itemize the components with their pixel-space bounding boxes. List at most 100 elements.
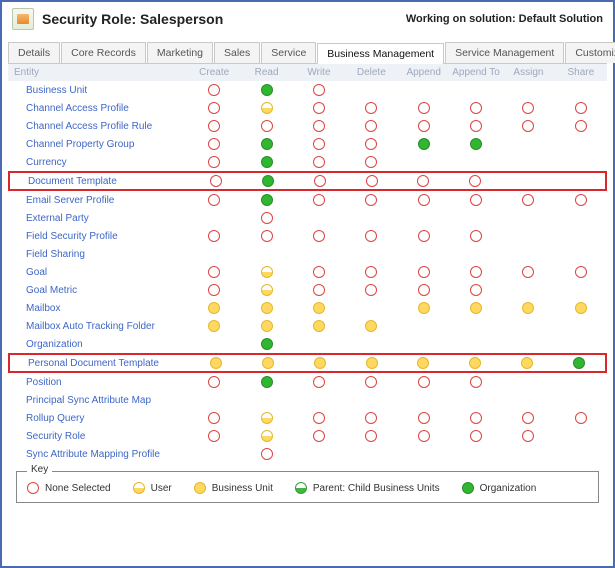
privilege-icon[interactable]: [418, 266, 430, 278]
entity-link[interactable]: Mailbox Auto Tracking Folder: [8, 321, 188, 332]
tab-service[interactable]: Service: [261, 42, 316, 63]
privilege-icon[interactable]: [365, 156, 377, 168]
privilege-icon[interactable]: [313, 156, 325, 168]
tab-sales[interactable]: Sales: [214, 42, 260, 63]
privilege-icon[interactable]: [469, 175, 481, 187]
privilege-icon[interactable]: [522, 194, 534, 206]
privilege-icon[interactable]: [575, 194, 587, 206]
privilege-icon[interactable]: [261, 376, 273, 388]
privilege-icon[interactable]: [313, 284, 325, 296]
privilege-icon[interactable]: [418, 102, 430, 114]
privilege-icon[interactable]: [261, 230, 273, 242]
tab-core-records[interactable]: Core Records: [61, 42, 146, 63]
tab-marketing[interactable]: Marketing: [147, 42, 213, 63]
privilege-icon[interactable]: [261, 156, 273, 168]
privilege-icon[interactable]: [261, 84, 273, 96]
privilege-icon[interactable]: [470, 230, 482, 242]
privilege-icon[interactable]: [418, 194, 430, 206]
entity-link[interactable]: Goal Metric: [8, 285, 188, 296]
privilege-icon[interactable]: [313, 302, 325, 314]
privilege-icon[interactable]: [366, 175, 378, 187]
privilege-icon[interactable]: [522, 430, 534, 442]
privilege-icon[interactable]: [313, 320, 325, 332]
privilege-icon[interactable]: [261, 212, 273, 224]
privilege-icon[interactable]: [261, 102, 273, 114]
privilege-icon[interactable]: [365, 284, 377, 296]
entity-link[interactable]: Goal: [8, 267, 188, 278]
privilege-icon[interactable]: [522, 302, 534, 314]
privilege-icon[interactable]: [208, 376, 220, 388]
privilege-icon[interactable]: [470, 120, 482, 132]
entity-link[interactable]: Channel Property Group: [8, 139, 188, 150]
privilege-icon[interactable]: [470, 194, 482, 206]
entity-link[interactable]: Rollup Query: [8, 413, 188, 424]
privilege-icon[interactable]: [208, 230, 220, 242]
privilege-icon[interactable]: [314, 175, 326, 187]
privilege-icon[interactable]: [470, 284, 482, 296]
privilege-icon[interactable]: [261, 138, 273, 150]
privilege-icon[interactable]: [417, 175, 429, 187]
privilege-icon[interactable]: [261, 320, 273, 332]
privilege-icon[interactable]: [208, 320, 220, 332]
privilege-icon[interactable]: [208, 84, 220, 96]
tab-service-management[interactable]: Service Management: [445, 42, 564, 63]
tab-details[interactable]: Details: [8, 42, 60, 63]
privilege-icon[interactable]: [418, 302, 430, 314]
privilege-icon[interactable]: [208, 102, 220, 114]
privilege-icon[interactable]: [262, 175, 274, 187]
privilege-icon[interactable]: [417, 357, 429, 369]
privilege-icon[interactable]: [261, 412, 273, 424]
privilege-icon[interactable]: [573, 357, 585, 369]
privilege-icon[interactable]: [314, 357, 326, 369]
entity-link[interactable]: Field Security Profile: [8, 231, 188, 242]
entity-link[interactable]: Sync Attribute Mapping Profile: [8, 449, 188, 460]
privilege-icon[interactable]: [418, 376, 430, 388]
privilege-icon[interactable]: [365, 376, 377, 388]
privilege-icon[interactable]: [470, 266, 482, 278]
privilege-icon[interactable]: [261, 338, 273, 350]
entity-link[interactable]: Organization: [8, 339, 188, 350]
privilege-icon[interactable]: [208, 412, 220, 424]
privilege-icon[interactable]: [522, 412, 534, 424]
privilege-icon[interactable]: [313, 266, 325, 278]
privilege-icon[interactable]: [210, 357, 222, 369]
privilege-icon[interactable]: [418, 412, 430, 424]
privilege-icon[interactable]: [313, 138, 325, 150]
privilege-icon[interactable]: [210, 175, 222, 187]
privilege-icon[interactable]: [575, 120, 587, 132]
privilege-icon[interactable]: [208, 156, 220, 168]
privilege-icon[interactable]: [208, 284, 220, 296]
entity-link[interactable]: Principal Sync Attribute Map: [8, 395, 188, 406]
privilege-icon[interactable]: [313, 412, 325, 424]
privilege-icon[interactable]: [365, 412, 377, 424]
entity-link[interactable]: Document Template: [10, 176, 190, 187]
privilege-icon[interactable]: [575, 102, 587, 114]
privilege-icon[interactable]: [365, 102, 377, 114]
privilege-icon[interactable]: [313, 376, 325, 388]
entity-link[interactable]: Security Role: [8, 431, 188, 442]
privilege-icon[interactable]: [261, 302, 273, 314]
privilege-icon[interactable]: [261, 120, 273, 132]
privilege-icon[interactable]: [313, 194, 325, 206]
privilege-icon[interactable]: [575, 302, 587, 314]
privilege-icon[interactable]: [365, 120, 377, 132]
privilege-icon[interactable]: [522, 120, 534, 132]
privilege-icon[interactable]: [365, 230, 377, 242]
privilege-icon[interactable]: [313, 430, 325, 442]
privilege-icon[interactable]: [418, 138, 430, 150]
privilege-icon[interactable]: [365, 266, 377, 278]
privilege-icon[interactable]: [470, 102, 482, 114]
privilege-icon[interactable]: [418, 430, 430, 442]
privilege-icon[interactable]: [261, 448, 273, 460]
privilege-icon[interactable]: [262, 357, 274, 369]
privilege-icon[interactable]: [365, 194, 377, 206]
entity-link[interactable]: External Party: [8, 213, 188, 224]
tab-business-management[interactable]: Business Management: [317, 43, 444, 64]
privilege-icon[interactable]: [470, 430, 482, 442]
entity-link[interactable]: Business Unit: [8, 85, 188, 96]
privilege-icon[interactable]: [522, 266, 534, 278]
privilege-icon[interactable]: [261, 266, 273, 278]
privilege-icon[interactable]: [470, 412, 482, 424]
privilege-icon[interactable]: [261, 430, 273, 442]
privilege-icon[interactable]: [208, 194, 220, 206]
